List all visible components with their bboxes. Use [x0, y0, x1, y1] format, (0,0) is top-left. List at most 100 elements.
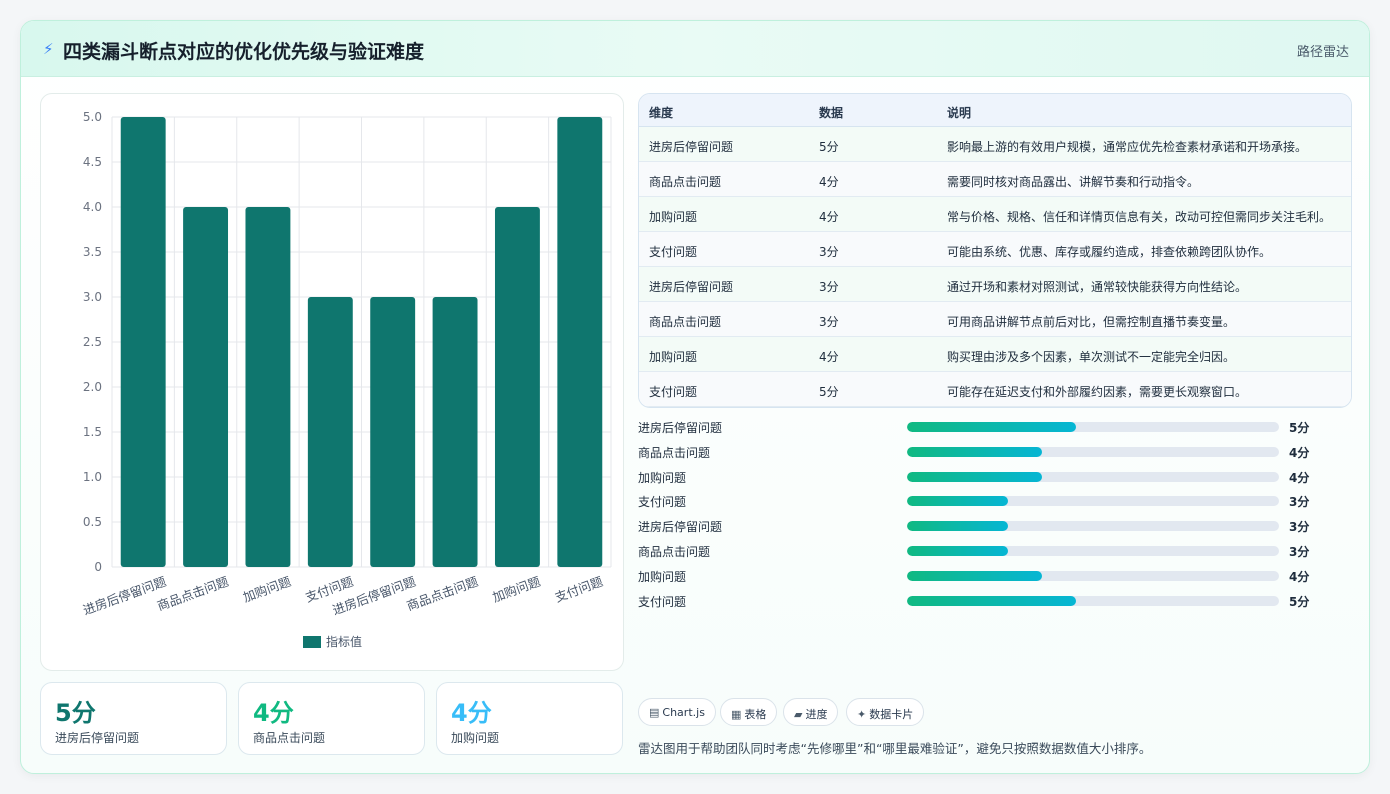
table-header-dim: 维度	[649, 106, 674, 120]
table-cell-desc: 影响最上游的有效用户规模，通常应优先检查素材承诺和开场承接。	[947, 140, 1308, 154]
kpi-value: 5分	[55, 699, 96, 727]
x-tick-label: 加购问题	[241, 574, 294, 605]
legend-swatch	[303, 636, 321, 648]
progress-row: 支付问题 3分	[638, 491, 1352, 511]
kpi-label: 进房后停留问题	[55, 731, 140, 745]
progress-track	[907, 471, 1279, 482]
y-tick-label: 0.5	[83, 515, 102, 529]
progress-fill	[907, 521, 1009, 532]
table-cell-value: 3分	[819, 280, 839, 294]
progress-row: 进房后停留问题 3分	[638, 516, 1352, 536]
table-row: 加购问题 4分 常与价格、规格、信任和详情页信息有关，改动可控但需同步关注毛利。	[639, 197, 1351, 232]
progress-fill	[907, 546, 1009, 556]
table-cell-desc: 可能存在延迟支付和外部履约因素，需要更长观察窗口。	[947, 385, 1248, 399]
table-cell-desc: 可能由系统、优惠、库存或履约造成，排查依赖跨团队协作。	[947, 245, 1272, 259]
progress-label: 商品点击问题	[638, 545, 711, 559]
table-cell-value: 4分	[819, 210, 839, 224]
table-cell-desc: 购买理由涉及多个因素，单次测试不一定能完全归因。	[947, 350, 1236, 364]
table-cell-value: 5分	[819, 140, 839, 154]
progress-value: 4分	[1289, 445, 1310, 460]
progress-fill	[907, 446, 1043, 457]
table-row: 商品点击问题 3分 可用商品讲解节点前后对比，但需控制直播节奏变量。	[639, 302, 1351, 337]
kpi-card: 4分 加购问题	[436, 682, 623, 755]
table-cell-desc: 常与价格、规格、信任和详情页信息有关，改动可控但需同步关注毛利。	[947, 210, 1332, 224]
y-tick-label: 1.0	[83, 470, 102, 484]
table-cell-desc: 通过开场和素材对照测试，通常较快能获得方向性结论。	[947, 280, 1248, 294]
progress-track	[907, 496, 1279, 507]
table-cell-value: 5分	[819, 385, 839, 399]
y-tick-label: 4.0	[83, 200, 102, 214]
table-cell-dim: 商品点击问题	[649, 315, 722, 329]
progress-fill	[907, 496, 1009, 507]
bar	[494, 207, 540, 567]
table-row: 进房后停留问题 3分 通过开场和素材对照测试，通常较快能获得方向性结论。	[639, 267, 1351, 302]
bar	[120, 117, 166, 567]
pill-table[interactable]: ▦ 表格	[720, 698, 778, 726]
bar	[183, 207, 229, 567]
table-row: 加购问题 4分 购买理由涉及多个因素，单次测试不一定能完全归因。	[639, 337, 1351, 372]
sparkle-icon: ✦	[857, 708, 867, 721]
bar-chart: 00.51.01.52.02.53.03.54.04.55.0进房后停留问题商品…	[81, 110, 612, 649]
progress-value: 3分	[1289, 520, 1310, 535]
kpi-card: 5分 进房后停留问题	[40, 682, 227, 755]
progress-fill	[907, 422, 1077, 432]
table-cell-value: 4分	[819, 350, 839, 364]
table-cell-value: 4分	[819, 175, 839, 189]
table-cell-dim: 进房后停留问题	[649, 280, 734, 294]
table-header-desc: 说明	[947, 106, 972, 120]
table-cell-dim: 加购问题	[649, 350, 698, 364]
progress-icon: ▰	[794, 708, 803, 721]
bar	[370, 297, 416, 567]
y-tick-label: 3.0	[83, 290, 102, 304]
progress-label: 加购问题	[638, 470, 687, 485]
y-tick-label: 3.5	[83, 245, 102, 259]
progress-track	[907, 446, 1279, 457]
footnote: 雷达图用于帮助团队同时考虑“先修哪里”和“哪里最难验证”，避免只按照数据数值大小…	[638, 741, 1152, 756]
pill-progress[interactable]: ▰ 进度	[783, 698, 839, 726]
bar	[307, 297, 353, 567]
bar	[245, 207, 291, 567]
x-tick-label: 商品点击问题	[404, 574, 480, 614]
progress-label: 进房后停留问题	[638, 520, 723, 535]
y-tick-label: 4.5	[83, 155, 102, 169]
progress-value: 5分	[1289, 421, 1310, 435]
x-tick-label: 支付问题	[553, 574, 606, 605]
pill-label: 数据卡片	[869, 708, 914, 721]
progress-value: 4分	[1289, 470, 1310, 485]
table-header-value: 数据	[819, 106, 844, 120]
y-tick-label: 1.5	[83, 425, 102, 439]
pill-label: Chart.js	[662, 706, 705, 719]
bar	[557, 117, 603, 567]
table-cell-dim: 支付问题	[649, 245, 698, 259]
progress-label: 支付问题	[638, 495, 687, 510]
table-cell-desc: 可用商品讲解节点前后对比，但需控制直播节奏变量。	[947, 315, 1236, 329]
header-bar: ⚡ 四类漏斗断点对应的优化优先级与验证难度 路径雷达	[21, 21, 1369, 77]
progress-list: 进房后停留问题 5分 商品点击问题 4分 加购问题 4分 支付问题 3分 进房后停留问题 3分 商品…	[638, 417, 1352, 613]
pill-chartjs[interactable]: ▤ Chart.js	[638, 698, 716, 726]
progress-row: 加购问题 4分	[638, 566, 1352, 586]
progress-row: 商品点击问题 3分	[638, 541, 1352, 561]
progress-fill	[907, 471, 1043, 482]
kpi-label: 商品点击问题	[253, 731, 326, 745]
progress-row: 支付问题 5分	[638, 591, 1352, 611]
progress-track	[907, 422, 1279, 432]
pill-data-card[interactable]: ✦ 数据卡片	[846, 698, 925, 726]
kpi-label: 加购问题	[451, 731, 500, 745]
progress-fill	[907, 570, 1043, 581]
pill-label: 表格	[744, 708, 767, 721]
kpi-value: 4分	[451, 699, 492, 727]
progress-row: 加购问题 4分	[638, 467, 1352, 487]
table-cell-dim: 商品点击问题	[649, 175, 722, 189]
progress-track	[907, 546, 1279, 556]
y-tick-label: 5.0	[83, 110, 102, 124]
table-cell-dim: 支付问题	[649, 385, 698, 399]
progress-track	[907, 521, 1279, 532]
bar	[432, 297, 478, 567]
progress-label: 商品点击问题	[638, 445, 711, 460]
progress-fill	[907, 595, 1077, 606]
table-cell-dim: 进房后停留问题	[649, 140, 734, 154]
x-tick-label: 商品点击问题	[155, 574, 231, 614]
table-cell-dim: 加购问题	[649, 210, 698, 224]
bar-chart-panel: 0 0.5 1.0 1.5 2.0 2.5 3.0 3.5 4.0 4.5 5.0 进房后停留问题 商品…	[40, 93, 624, 671]
progress-value: 3分	[1289, 545, 1310, 559]
